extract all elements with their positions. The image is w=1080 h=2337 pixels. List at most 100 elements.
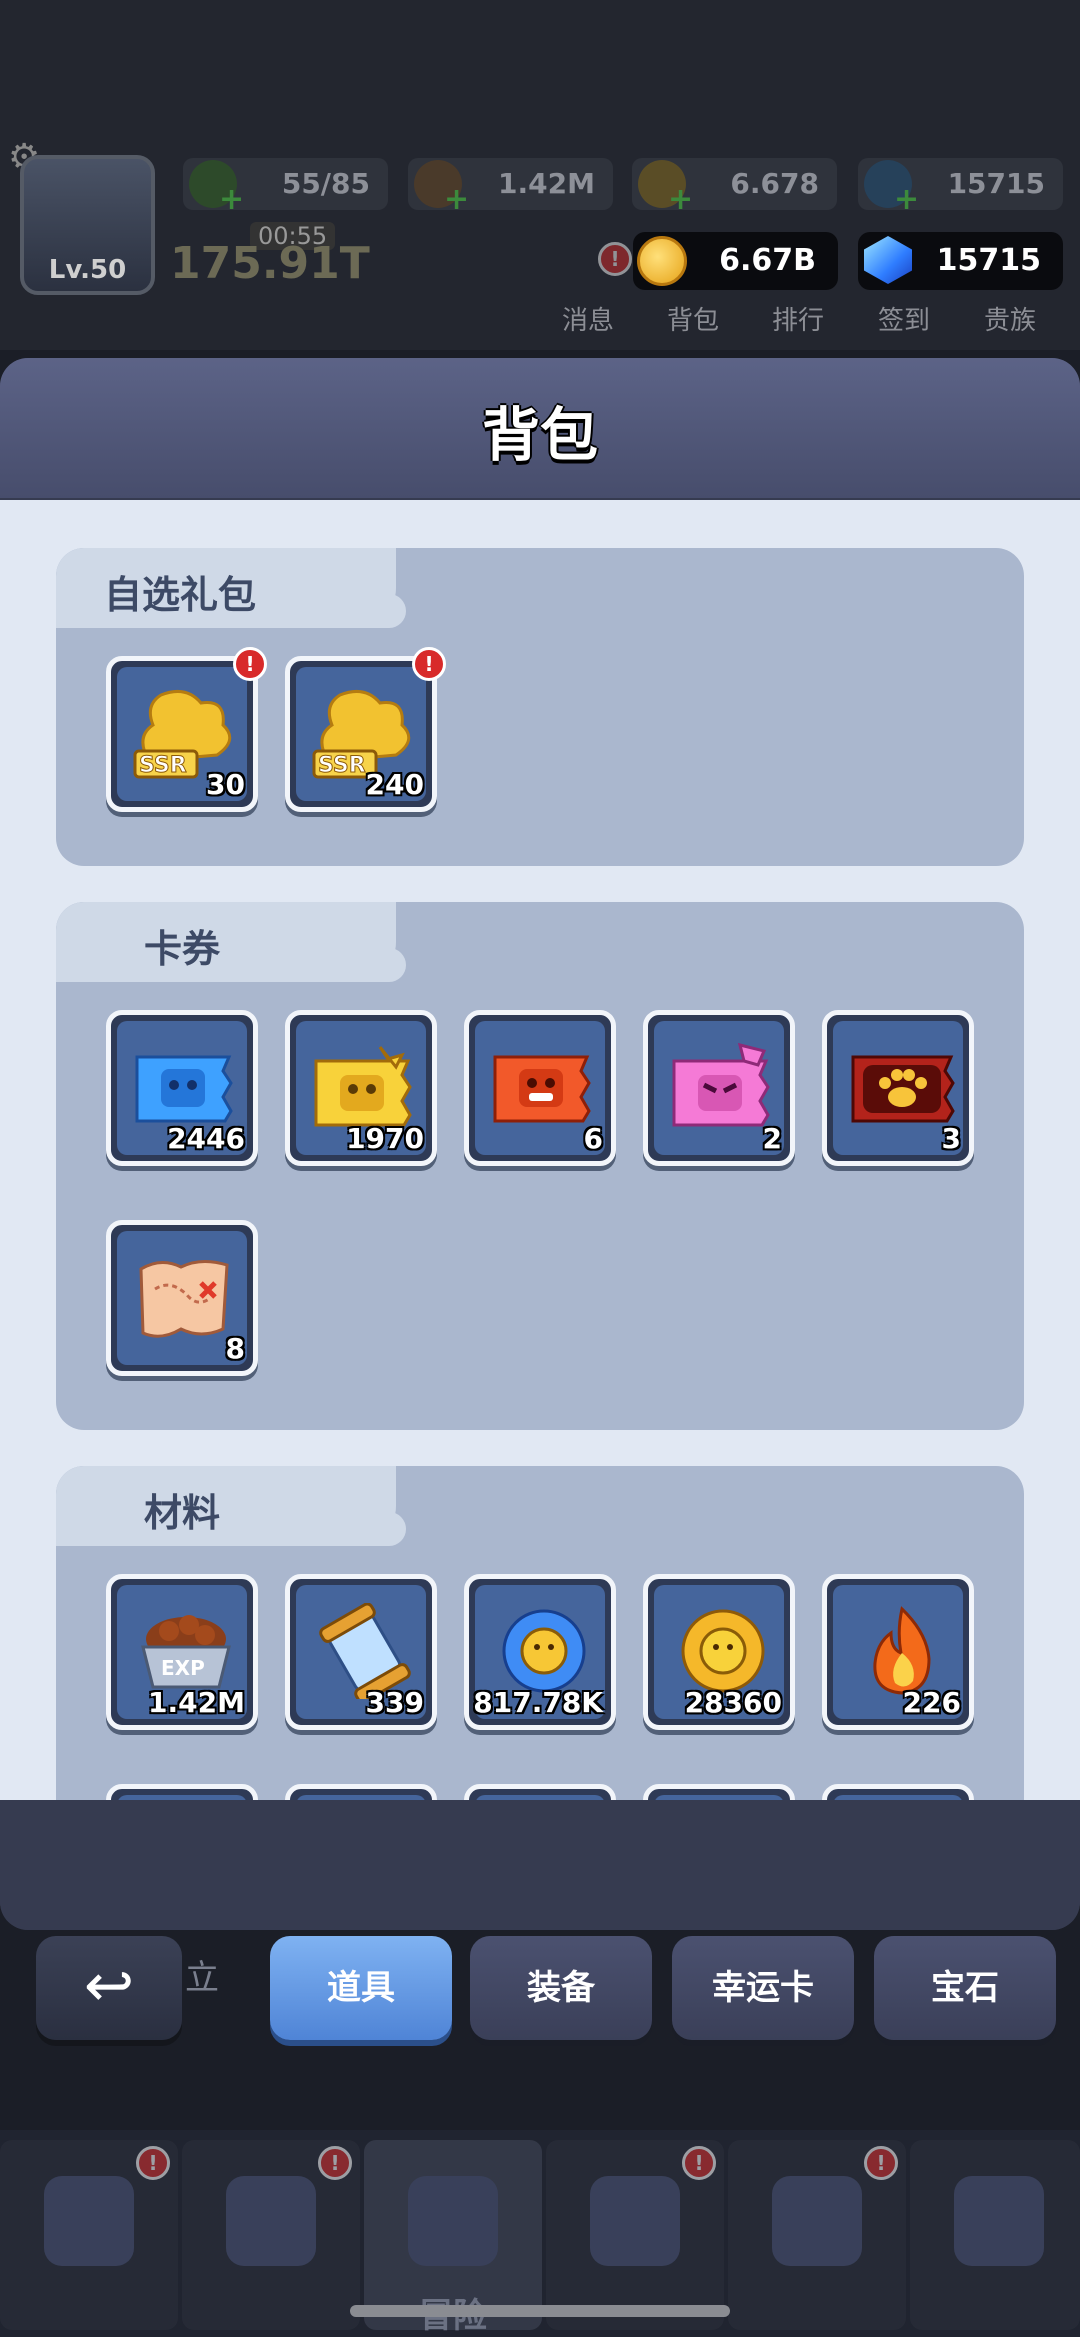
- svg-text:SSR: SSR: [139, 753, 187, 778]
- energy-resource[interactable]: + 55/85: [183, 158, 388, 217]
- back-arrow-icon: ↩: [83, 1951, 135, 2021]
- item-count: 6: [583, 1122, 603, 1155]
- messages-alert-badge: !: [598, 242, 632, 276]
- nav-adventure[interactable]: 冒险: [364, 2140, 542, 2336]
- item-slot[interactable]: SSR 30 !: [106, 647, 267, 812]
- gold-value-dim: 6.678: [730, 167, 819, 200]
- blue-flower-icon: [502, 1609, 586, 1693]
- tv-icon: [44, 2176, 134, 2266]
- tab-equipment[interactable]: 装备: [470, 1936, 652, 2040]
- item-slot[interactable]: 2446: [106, 1010, 258, 1166]
- map-icon: [408, 2176, 498, 2266]
- ssr-chest-icon: SSR: [133, 689, 232, 779]
- item-slot[interactable]: [106, 1784, 258, 1800]
- gold-coin-icon: [637, 236, 687, 286]
- section-materials: 材料 EXP 1.42M 339 817.78K 28360 226: [56, 1466, 1024, 1800]
- nav-alert-badge: !: [864, 2146, 898, 2180]
- item-count: 226: [902, 1686, 961, 1719]
- exp-resource[interactable]: + 1.42M: [408, 158, 613, 217]
- shield-icon: [590, 2176, 680, 2266]
- gem-currency[interactable]: 15715: [858, 232, 1063, 290]
- item-count: 817.78K: [473, 1686, 603, 1719]
- treasure-map-icon: [139, 1260, 229, 1338]
- tab-items[interactable]: 道具: [270, 1936, 452, 2040]
- item-slot[interactable]: 8: [106, 1220, 258, 1376]
- hero-icon: [226, 2176, 316, 2266]
- section-optional-packs: 自选礼包 SSR 30 ! SSR 240 !: [56, 548, 1024, 866]
- slot-background: [475, 1795, 605, 1800]
- item-count: 1970: [346, 1122, 424, 1155]
- add-energy-icon[interactable]: +: [219, 182, 244, 217]
- nav-guild[interactable]: !: [546, 2140, 724, 2330]
- nav-checkin[interactable]: 签到: [864, 300, 944, 337]
- gold-currency[interactable]: 6.67B: [633, 232, 838, 290]
- paw-ticket-icon: [851, 1055, 955, 1123]
- nav-alert-badge: !: [318, 2146, 352, 2180]
- item-count: 8: [225, 1332, 245, 1365]
- svg-text:SSR: SSR: [318, 753, 366, 778]
- back-button[interactable]: ↩: [36, 1936, 182, 2040]
- item-slot[interactable]: 339: [285, 1574, 437, 1730]
- item-count: 339: [365, 1686, 424, 1719]
- nav-bag[interactable]: 背包: [653, 300, 733, 337]
- gold-resource-dim[interactable]: + 6.678: [632, 158, 837, 217]
- player-avatar[interactable]: Lv.50: [20, 155, 155, 295]
- nav-ranking[interactable]: 排行: [758, 300, 838, 337]
- flame-icon: [873, 1606, 931, 1695]
- section-title: 自选礼包: [104, 573, 257, 617]
- background-label: 立: [185, 1958, 219, 1998]
- banner-icon: [954, 2176, 1044, 2266]
- item-slot[interactable]: [464, 1784, 616, 1800]
- gem-resource-dim[interactable]: + 15715: [858, 158, 1063, 217]
- item-count: 3: [941, 1122, 961, 1155]
- crosshair-icon: [772, 2176, 862, 2266]
- section-title: 材料: [144, 1491, 221, 1535]
- item-slot[interactable]: [285, 1784, 437, 1800]
- item-count: 2: [762, 1122, 782, 1155]
- gem-amount: 15715: [936, 243, 1041, 278]
- item-slot[interactable]: SSR 240 !: [285, 647, 446, 812]
- nav-target[interactable]: !: [728, 2140, 906, 2330]
- exp-food-bowl-icon: EXP: [141, 1615, 231, 1689]
- nav-tv[interactable]: !: [0, 2140, 178, 2330]
- section-header: [56, 1466, 406, 1546]
- item-slot[interactable]: [643, 1784, 795, 1800]
- tab-lucky-cards[interactable]: 幸运卡: [672, 1936, 854, 2040]
- item-count: 240: [365, 768, 424, 801]
- item-slot[interactable]: 817.78K: [464, 1574, 616, 1730]
- nav-messages[interactable]: 消息: [548, 300, 628, 337]
- nav-vip[interactable]: 贵族: [970, 300, 1050, 337]
- section-title: 卡券: [144, 927, 221, 971]
- item-slot[interactable]: 6: [464, 1010, 616, 1166]
- exp-value: 1.42M: [498, 167, 595, 200]
- item-count: 1.42M: [148, 1686, 245, 1719]
- item-slot[interactable]: 3: [822, 1010, 974, 1166]
- item-slot[interactable]: 1970: [285, 1010, 437, 1166]
- gem-value-dim: 15715: [947, 167, 1045, 200]
- item-slot[interactable]: 28360: [643, 1574, 795, 1730]
- bag-panel: 背包 自选礼包 SSR 30 ! SSR 240 ! 卡券 2446 1970 …: [0, 358, 1080, 1930]
- item-slot[interactable]: [822, 1784, 974, 1800]
- scroll-potion-icon: [319, 1603, 411, 1699]
- bag-scroll-area[interactable]: 自选礼包 SSR 30 ! SSR 240 ! 卡券 2446 1970 6 2…: [0, 500, 1080, 1800]
- nav-alert-badge: !: [136, 2146, 170, 2180]
- item-slot[interactable]: EXP 1.42M: [106, 1574, 258, 1730]
- section-header: [56, 902, 406, 982]
- item-count: 2446: [167, 1122, 245, 1155]
- tab-gems[interactable]: 宝石: [874, 1936, 1056, 2040]
- pink-ticket-icon: [672, 1042, 770, 1127]
- home-indicator[interactable]: [350, 2305, 730, 2317]
- add-gem-icon[interactable]: +: [894, 182, 919, 217]
- slot-background: [117, 1795, 247, 1800]
- slot-background: [296, 1795, 426, 1800]
- add-gold-icon[interactable]: +: [668, 182, 693, 217]
- gem-icon: [864, 236, 912, 284]
- nav-banner[interactable]: [910, 2140, 1080, 2330]
- item-slot[interactable]: 2: [643, 1010, 795, 1166]
- bag-panel-footer: [0, 1848, 1080, 1930]
- new-alert-badge: !: [233, 647, 267, 681]
- item-slot[interactable]: 226: [822, 1574, 974, 1730]
- nav-heroes[interactable]: !: [182, 2140, 360, 2330]
- add-exp-icon[interactable]: +: [444, 182, 469, 217]
- item-count: 28360: [684, 1686, 782, 1719]
